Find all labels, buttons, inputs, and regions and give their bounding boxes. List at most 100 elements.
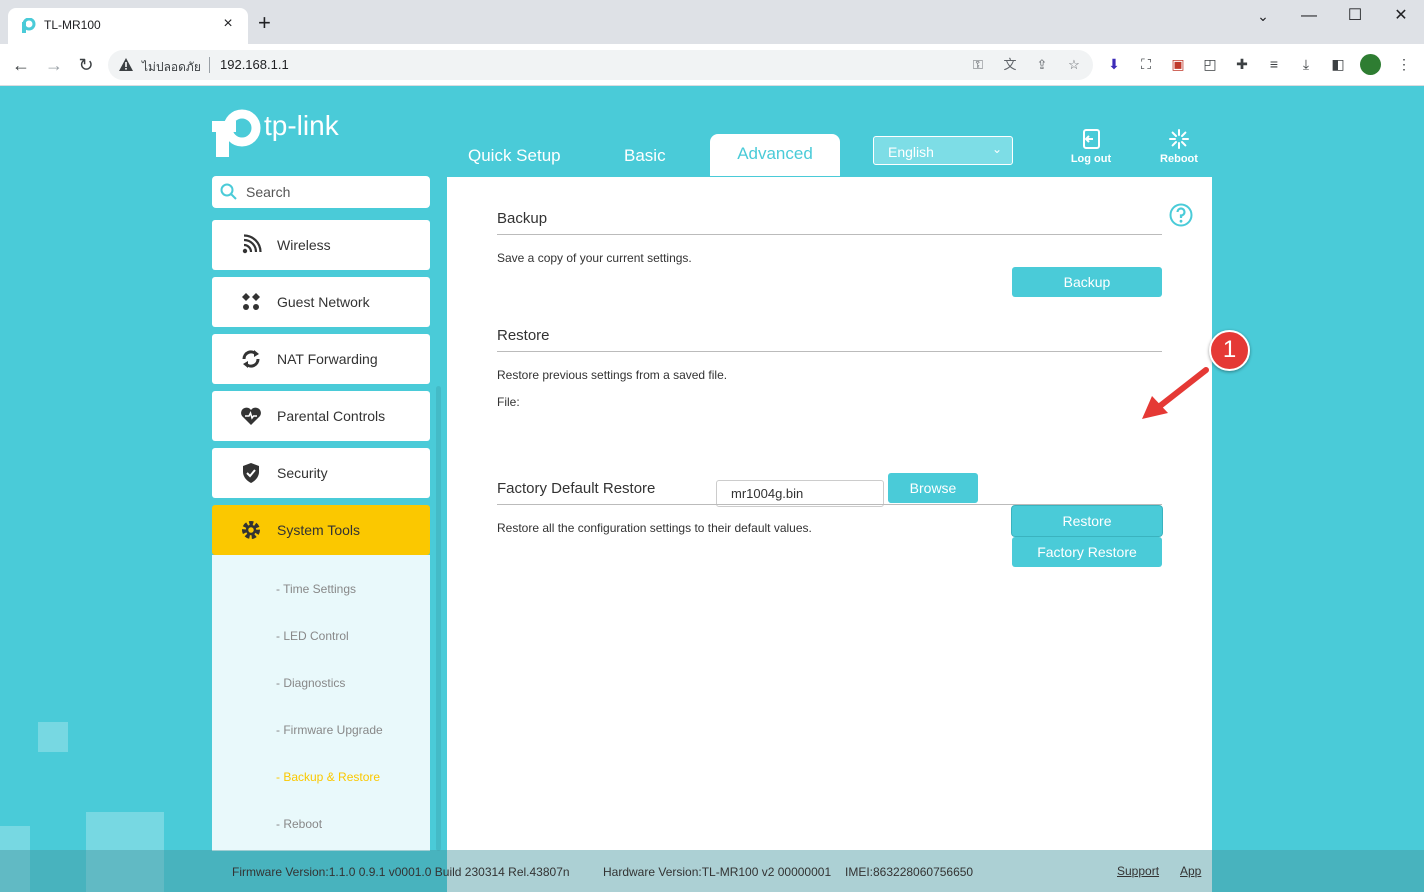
sidebar-item-label: System Tools — [277, 522, 360, 538]
browse-button[interactable]: Browse — [888, 473, 978, 503]
tab-basic[interactable]: Basic — [624, 146, 666, 166]
nat-forwarding-icon — [242, 350, 260, 368]
url-text[interactable]: 192.168.1.1 — [220, 57, 289, 72]
backup-button[interactable]: Backup — [1012, 267, 1162, 297]
submenu-item-diagnostics[interactable]: - Diagnostics — [276, 676, 345, 690]
search-box[interactable] — [212, 176, 430, 208]
menu-kebab-icon[interactable]: ⋮ — [1394, 54, 1414, 74]
chevron-down-icon[interactable]: ⌄ — [1240, 4, 1286, 32]
maximize-button[interactable]: ☐ — [1332, 4, 1378, 32]
search-input[interactable] — [246, 181, 424, 203]
share-icon[interactable]: ⇪ — [1034, 57, 1050, 73]
screen-capture-icon[interactable]: ⛶ — [1136, 54, 1156, 74]
minimize-button[interactable]: — — [1286, 4, 1332, 32]
logout-label: Log out — [1070, 153, 1112, 165]
reload-button[interactable]: ↻ — [73, 52, 99, 78]
section-divider — [497, 234, 1162, 235]
tab-quick-setup[interactable]: Quick Setup — [468, 146, 561, 166]
brand-name: tp-link — [264, 110, 339, 141]
factory-restore-button[interactable]: Factory Restore — [1012, 537, 1162, 567]
download-extension-icon[interactable]: ⬇ — [1104, 54, 1124, 74]
hardware-version: Hardware Version:TL-MR100 v2 00000001 — [603, 865, 832, 879]
help-icon[interactable] — [1169, 203, 1193, 227]
cast-extension-icon[interactable]: ▣ — [1168, 54, 1188, 74]
sidebar-item-guest-network[interactable]: Guest Network — [212, 277, 430, 327]
file-label: File: — [497, 395, 520, 409]
language-value: English — [888, 144, 934, 160]
shield-icon — [243, 463, 259, 483]
background-decoration — [38, 722, 68, 752]
submenu-item-reboot[interactable]: - Reboot — [276, 817, 322, 831]
step-number-badge: 1 — [1209, 330, 1250, 371]
browser-tab[interactable]: TL-MR100 × — [8, 8, 248, 44]
router-page: tp-link Quick Setup Basic Advanced Engli… — [0, 86, 1424, 892]
section-divider — [497, 351, 1162, 352]
router-footer: Firmware Version:1.1.0 0.9.1 v0001.0 Bui… — [0, 850, 1424, 892]
browser-toolbar: ← → ↻ ไม่ปลอดภัย 192.168.1.1 ⚿ 文 ⇪ ☆ ⬇ ⛶… — [0, 44, 1424, 86]
warning-icon[interactable] — [118, 57, 134, 73]
reboot-icon — [1169, 129, 1189, 149]
sidebar-item-system-tools[interactable]: System Tools — [212, 505, 430, 555]
bookmark-star-icon[interactable]: ☆ — [1066, 57, 1082, 73]
close-tab-icon[interactable]: × — [218, 15, 238, 33]
red-arrow-icon — [1142, 367, 1209, 419]
downloads-icon[interactable]: ⤓ — [1296, 54, 1316, 74]
firmware-version: Firmware Version:1.1.0 0.9.1 v0001.0 Bui… — [232, 865, 570, 879]
submenu-item-led-control[interactable]: - LED Control — [276, 629, 349, 643]
submenu-item-backup-restore[interactable]: - Backup & Restore — [276, 770, 380, 784]
profile-avatar[interactable] — [1360, 54, 1381, 75]
restore-description: Restore previous settings from a saved f… — [497, 368, 728, 382]
sidebar-item-label: Wireless — [277, 237, 331, 253]
address-bar[interactable]: ไม่ปลอดภัย 192.168.1.1 ⚿ 文 ⇪ ☆ — [108, 50, 1093, 80]
backup-section-title: Backup — [497, 210, 548, 227]
sidebar-scrollbar[interactable] — [436, 386, 441, 851]
system-tools-submenu: - Time Settings - LED Control - Diagnost… — [212, 555, 430, 851]
extensions-puzzle-icon[interactable]: ✚ — [1232, 54, 1252, 74]
imei-value: IMEI:863228060756650 — [845, 865, 974, 879]
sidebar-item-label: Guest Network — [277, 294, 370, 310]
sidebar-item-security[interactable]: Security — [212, 448, 430, 498]
translate-icon[interactable]: 文 — [1002, 57, 1018, 73]
file-path-field[interactable]: mr1004g.bin — [716, 480, 884, 507]
screenshot-extension-icon[interactable]: ◰ — [1200, 54, 1220, 74]
sidebar-item-nat-forwarding[interactable]: NAT Forwarding — [212, 334, 430, 384]
sidebar-item-wireless[interactable]: Wireless — [212, 220, 430, 270]
chevron-down-icon: ⌄ — [991, 142, 1002, 156]
media-control-icon[interactable]: ≡ — [1264, 54, 1284, 74]
restore-section-title: Restore — [497, 327, 550, 344]
side-panel-icon[interactable]: ◧ — [1328, 54, 1348, 74]
close-window-button[interactable]: ✕ — [1378, 4, 1424, 32]
key-icon[interactable]: ⚿ — [970, 57, 986, 73]
restore-button[interactable]: Restore — [1012, 506, 1162, 536]
browser-tab-title: TL-MR100 — [44, 18, 101, 32]
not-secure-label[interactable]: ไม่ปลอดภัย — [142, 58, 201, 77]
browser-tab-strip: TL-MR100 × + ⌄ — ☐ ✕ — [0, 0, 1424, 44]
wireless-icon — [242, 234, 262, 254]
sidebar-item-label: Security — [277, 465, 328, 481]
backup-description: Save a copy of your current settings. — [497, 251, 692, 265]
new-tab-button[interactable]: + — [258, 12, 271, 34]
main-panel: Backup Save a copy of your current setti… — [447, 177, 1212, 892]
factory-section-title: Factory Default Restore — [497, 480, 656, 497]
address-separator — [209, 57, 210, 73]
forward-button[interactable]: → — [41, 52, 67, 78]
tab-advanced[interactable]: Advanced — [710, 134, 840, 176]
sidebar-item-label: NAT Forwarding — [277, 351, 378, 367]
reboot-label: Reboot — [1160, 153, 1198, 165]
sidebar-item-label: Parental Controls — [277, 408, 386, 424]
section-divider — [497, 504, 1162, 505]
submenu-item-time-settings[interactable]: - Time Settings — [276, 582, 356, 596]
tp-link-favicon-icon — [22, 18, 36, 33]
submenu-item-firmware-upgrade[interactable]: - Firmware Upgrade — [276, 723, 383, 737]
app-link[interactable]: App — [1180, 864, 1201, 878]
logout-button[interactable]: Log out — [1061, 128, 1121, 165]
search-icon — [220, 183, 237, 200]
logout-icon — [1083, 129, 1100, 149]
reboot-button[interactable]: Reboot — [1149, 128, 1209, 165]
factory-description: Restore all the configuration settings t… — [497, 521, 812, 535]
sidebar-item-parental-controls[interactable]: Parental Controls — [212, 391, 430, 441]
support-link[interactable]: Support — [1117, 864, 1159, 878]
guest-network-icon — [242, 293, 260, 310]
language-select[interactable]: English ⌄ — [873, 136, 1013, 165]
back-button[interactable]: ← — [8, 52, 34, 78]
